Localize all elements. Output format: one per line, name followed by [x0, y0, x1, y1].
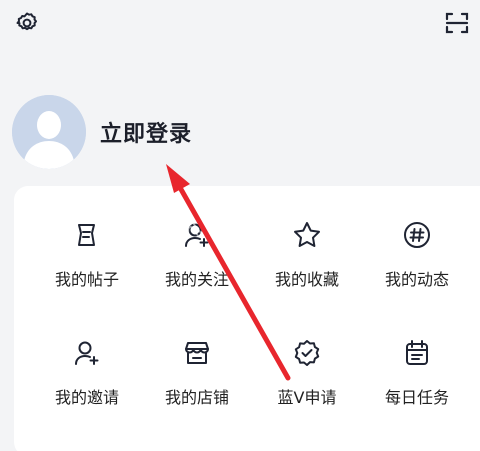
default-avatar-icon	[12, 95, 86, 169]
menu-item-my-activity[interactable]: 我的动态	[362, 218, 472, 330]
calendar-task-icon	[406, 340, 428, 365]
scan-button[interactable]	[440, 6, 474, 40]
avatar[interactable]	[12, 95, 86, 169]
login-label: 立即登录	[100, 122, 193, 147]
menu-item-label: 我的收藏	[274, 270, 339, 289]
menu-item-label: 我的帖子	[54, 270, 119, 289]
menu-item-label: 我的店铺	[164, 388, 229, 407]
menu-item-my-shop[interactable]: 我的店铺	[142, 336, 252, 448]
menu-item-my-invites[interactable]: 我的邀请	[32, 336, 142, 448]
scan-icon	[445, 12, 469, 34]
menu-item-label: 每日任务	[384, 388, 449, 407]
menu-item-my-posts[interactable]: 我的帖子	[32, 218, 142, 330]
menu-item-label: 我的关注	[164, 270, 229, 289]
star-icon	[294, 222, 320, 247]
menu-grid: 我的帖子 我的关注 我的收藏 我的动态 我的邀请 我的店铺 蓝V申请 每日任务	[14, 186, 480, 448]
menu-item-label: 我的动态	[384, 270, 449, 289]
login-entry[interactable]: 立即登录	[12, 92, 192, 172]
menu-card: 我的帖子 我的关注 我的收藏 我的动态 我的邀请 我的店铺 蓝V申请 每日任务	[14, 186, 480, 451]
verified-badge-icon	[294, 340, 320, 366]
settings-button[interactable]	[10, 6, 44, 40]
hashtag-icon	[404, 222, 430, 248]
menu-item-daily-tasks[interactable]: 每日任务	[362, 336, 472, 448]
menu-item-blue-v-apply[interactable]: 蓝V申请	[252, 336, 362, 448]
menu-item-my-favorites[interactable]: 我的收藏	[252, 218, 362, 330]
post-icon	[78, 224, 95, 246]
menu-item-label: 我的邀请	[54, 388, 119, 407]
gear-icon	[16, 12, 37, 31]
shop-icon	[185, 342, 209, 364]
follow-user-icon	[185, 223, 209, 247]
menu-item-label: 蓝V申请	[277, 388, 337, 407]
menu-item-my-follows[interactable]: 我的关注	[142, 218, 252, 330]
profile-page: 立即登录 我的帖子 我的关注 我的收藏 我的动态 我的邀请 我的店铺 蓝V申请 …	[0, 0, 480, 451]
invite-user-icon	[75, 341, 99, 365]
